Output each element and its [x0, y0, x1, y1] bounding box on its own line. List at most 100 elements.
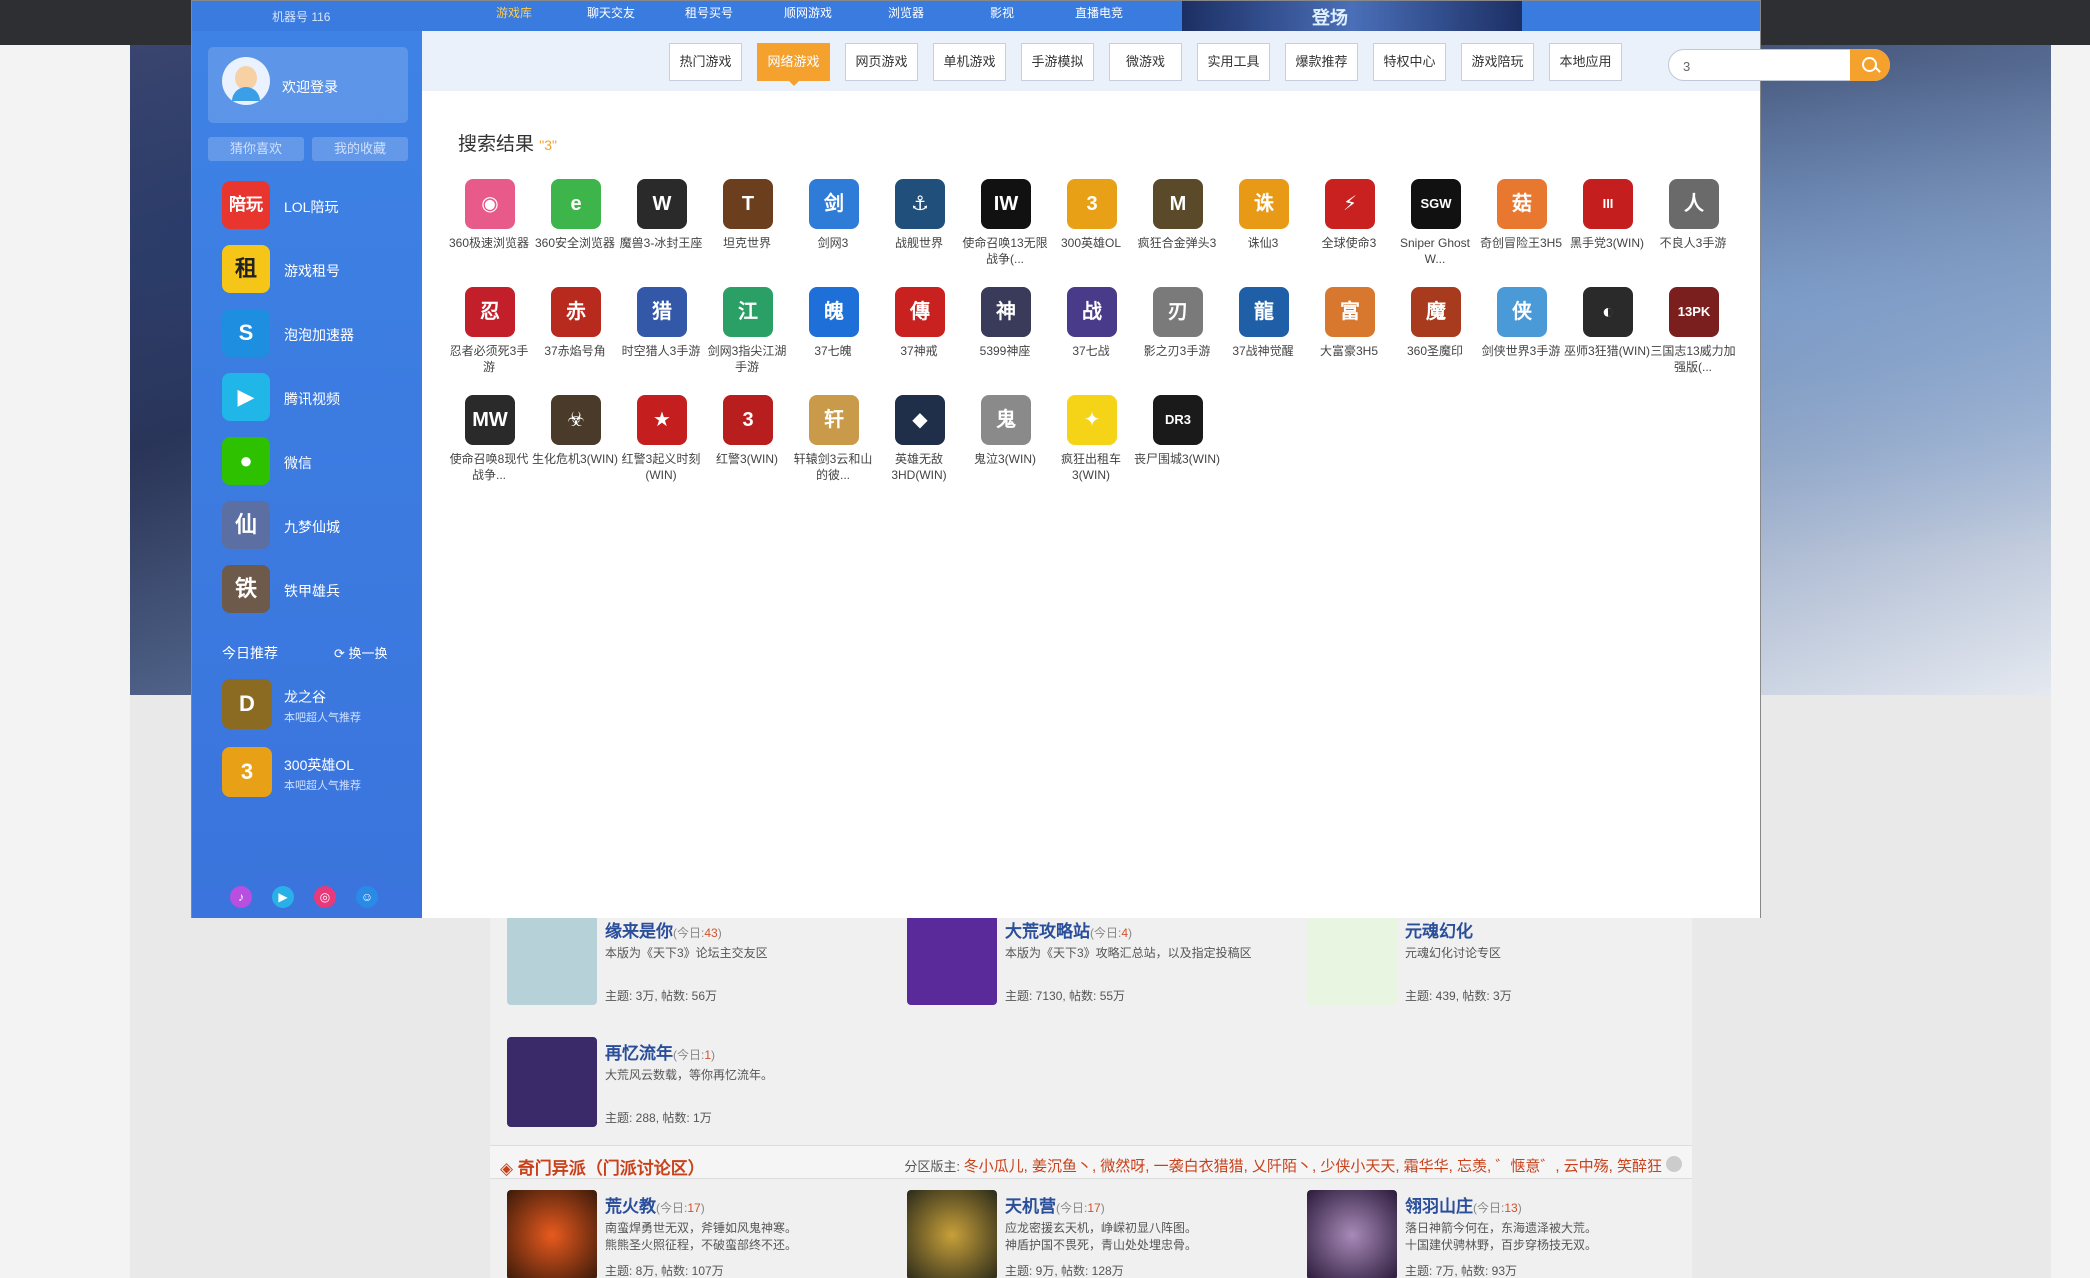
tab-guess-you-like[interactable]: 猜你喜欢 [208, 137, 304, 161]
game-item[interactable]: ⚓ 战舰世界 [876, 179, 962, 279]
forum-section[interactable]: 再忆流年(今日:1) 大荒风云数载，等你再忆流年。 主题: 288, 帖数: 1… [490, 1037, 890, 1147]
recommend-item[interactable]: 3 300英雄OL 本吧超人气推荐 [222, 747, 412, 799]
game-item[interactable]: M 疯狂合金弹头3 [1134, 179, 1220, 279]
avatar [222, 57, 270, 105]
refresh-button[interactable]: ⟳ 换一换 [334, 643, 388, 662]
sidebar-item-jiumeng[interactable]: 仙 九梦仙城 [222, 501, 412, 551]
tab-mobile-emulator[interactable]: 手游模拟 [1021, 43, 1094, 81]
tab-my-favorites[interactable]: 我的收藏 [312, 137, 408, 161]
forum-section[interactable]: 缘来是你(今日:43) 本版为《天下3》论坛主交友区 主题: 3万, 帖数: 5… [490, 915, 890, 1025]
game-item[interactable]: 神 5399神座 [962, 287, 1048, 387]
collapse-icon[interactable] [1666, 1156, 1682, 1172]
gamepad-icon[interactable]: ◎ [314, 886, 336, 908]
game-item[interactable]: ★ 红警3起义时刻(WIN) [618, 395, 704, 495]
game-item[interactable]: 3 红警3(WIN) [704, 395, 790, 495]
game-item[interactable]: ◉ 360极速浏览器 [446, 179, 532, 279]
tab-account-rental[interactable]: 租号买号 [685, 4, 733, 21]
top-banner[interactable]: 登场 [1182, 1, 1522, 31]
tab-micro-games[interactable]: 微游戏 [1109, 43, 1182, 81]
sidebar-item-game-rental[interactable]: 租 游戏租号 [222, 245, 412, 295]
sidebar-item-lol-peiwan[interactable]: 陪玩 LOL陪玩 [222, 181, 412, 231]
tab-browser[interactable]: 浏览器 [888, 4, 924, 21]
tab-privilege-center[interactable]: 特权中心 [1373, 43, 1446, 81]
game-item[interactable]: 傳 37神戒 [876, 287, 962, 387]
game-item[interactable]: 魔 360圣魔印 [1392, 287, 1478, 387]
game-item[interactable]: 剑剑网3 [790, 179, 876, 279]
game-item[interactable]: 刃影之刃3手游 [1134, 287, 1220, 387]
game-item[interactable]: 战 37七战 [1048, 287, 1134, 387]
game-item[interactable]: SGW Sniper Ghost W... [1392, 179, 1478, 279]
forum-section[interactable]: 天机营(今日:17) 应龙密援玄天机，峥嵘初显八阵图。神盾护国不畏死，青山处处埋… [890, 1190, 1290, 1278]
game-item[interactable]: MW 使命召唤8现代战争... [446, 395, 532, 495]
tab-game-library[interactable]: 游戏库 [496, 4, 532, 21]
game-name: 黑手党3(WIN) [1570, 236, 1644, 250]
game-item[interactable]: 菇奇创冒险王3H5 [1478, 179, 1564, 279]
forum-section[interactable]: 元魂幻化 元魂幻化讨论专区 主题: 439, 帖数: 3万 [1290, 915, 1690, 1025]
tab-hot-recommend[interactable]: 爆款推荐 [1285, 43, 1358, 81]
sidebar-item-tiejia[interactable]: 铁 铁甲雄兵 [222, 565, 412, 615]
forum-section[interactable]: 荒火教(今日:17) 南蛮焊勇世无双，斧锤如风鬼神寒。熊熊圣火照征程，不破蛮部终… [490, 1190, 890, 1278]
game-icon: 鬼 [981, 395, 1031, 445]
game-icon: W [637, 179, 687, 229]
tab-tools[interactable]: 实用工具 [1197, 43, 1270, 81]
play-icon[interactable]: ▶ [272, 886, 294, 908]
forum-category-title[interactable]: ◈ 奇门异派（门派讨论区） [500, 1154, 705, 1179]
forum-section-title[interactable]: 再忆流年(今日:1) [605, 1039, 715, 1064]
forum-section-desc: 本版为《天下3》攻略汇总站，以及指定投稿区 [1005, 946, 1252, 960]
forum-section-title[interactable]: 天机营(今日:17) [1005, 1192, 1105, 1217]
tab-chat[interactable]: 聊天交友 [587, 4, 635, 21]
game-item[interactable]: 3 300英雄OL [1048, 179, 1134, 279]
game-item[interactable]: 忍忍者必须死3手游 [446, 287, 532, 387]
music-icon[interactable]: ♪ [230, 886, 252, 908]
sidebar-item-tencent-video[interactable]: ▶ 腾讯视频 [222, 373, 412, 423]
tab-game-companion[interactable]: 游戏陪玩 [1461, 43, 1534, 81]
forum-section-title[interactable]: 大荒攻略站(今日:4) [1005, 917, 1132, 942]
game-item[interactable]: ◆ 英雄无敌3HD(WIN) [876, 395, 962, 495]
game-item[interactable]: ⚡ 全球使命3 [1306, 179, 1392, 279]
game-item[interactable]: IW 使命召唤13无限战争(... [962, 179, 1048, 279]
tab-local-apps[interactable]: 本地应用 [1549, 43, 1622, 81]
search-icon[interactable] [1850, 49, 1890, 81]
game-item[interactable]: 富大富豪3H5 [1306, 287, 1392, 387]
forum-section-desc: 本版为《天下3》论坛主交友区 [605, 946, 768, 960]
tab-hot-games[interactable]: 热门游戏 [669, 43, 742, 81]
game-item[interactable]: ☣ 生化危机3(WIN) [532, 395, 618, 495]
qq-icon[interactable]: ☺ [356, 886, 378, 908]
tab-shunwang-games[interactable]: 顺网游戏 [784, 4, 832, 21]
game-item[interactable]: 江剑网3指尖江湖手游 [704, 287, 790, 387]
game-item[interactable]: 13PK 三国志13威力加强版(... [1650, 287, 1736, 387]
game-item[interactable]: 轩轩辕剑3云和山的彼... [790, 395, 876, 495]
game-item[interactable]: 猎时空猎人3手游 [618, 287, 704, 387]
game-item[interactable]: DR3 丧尸围城3(WIN) [1134, 395, 1220, 495]
sidebar-item-accelerator[interactable]: S 泡泡加速器 [222, 309, 412, 359]
game-item[interactable]: 魄 37七魄 [790, 287, 876, 387]
recommend-desc: 本吧超人气推荐 [284, 712, 361, 724]
tab-video[interactable]: 影视 [990, 4, 1014, 21]
game-item[interactable]: 龍 37战神觉醒 [1220, 287, 1306, 387]
game-item[interactable]: III 黑手党3(WIN) [1564, 179, 1650, 279]
forum-section-title[interactable]: 元魂幻化 [1405, 917, 1473, 942]
tab-single-games[interactable]: 单机游戏 [933, 43, 1006, 81]
login-panel[interactable]: 欢迎登录 [208, 47, 408, 123]
game-item[interactable]: ✦ 疯狂出租车3(WIN) [1048, 395, 1134, 495]
tab-live-esports[interactable]: 直播电竞 [1075, 4, 1123, 21]
game-item[interactable]: W 魔兽3-冰封王座 [618, 179, 704, 279]
game-item[interactable]: 鬼鬼泣3(WIN) [962, 395, 1048, 495]
forum-section[interactable]: 大荒攻略站(今日:4) 本版为《天下3》攻略汇总站，以及指定投稿区 主题: 71… [890, 915, 1290, 1025]
search-input[interactable] [1683, 56, 1843, 76]
game-item[interactable]: 赤 37赤焰号角 [532, 287, 618, 387]
forum-section-title[interactable]: 翎羽山庄(今日:13) [1405, 1192, 1522, 1217]
game-item[interactable]: ◐ 巫师3狂猎(WIN) [1564, 287, 1650, 387]
sidebar-item-wechat[interactable]: ● 微信 [222, 437, 412, 487]
game-item[interactable]: 人不良人3手游 [1650, 179, 1736, 279]
game-item[interactable]: 诛诛仙3 [1220, 179, 1306, 279]
tab-online-games[interactable]: 网络游戏 [757, 43, 830, 86]
forum-section-title[interactable]: 荒火教(今日:17) [605, 1192, 705, 1217]
forum-section[interactable]: 翎羽山庄(今日:13) 落日神箭今何在，东海遗泽被大荒。十国建伏骋林野，百步穿杨… [1290, 1190, 1690, 1278]
forum-section-title[interactable]: 缘来是你(今日:43) [605, 917, 722, 942]
game-item[interactable]: T 坦克世界 [704, 179, 790, 279]
recommend-item[interactable]: D 龙之谷 本吧超人气推荐 [222, 679, 412, 731]
game-item[interactable]: e 360安全浏览器 [532, 179, 618, 279]
game-item[interactable]: 侠剑侠世界3手游 [1478, 287, 1564, 387]
tab-web-games[interactable]: 网页游戏 [845, 43, 918, 81]
